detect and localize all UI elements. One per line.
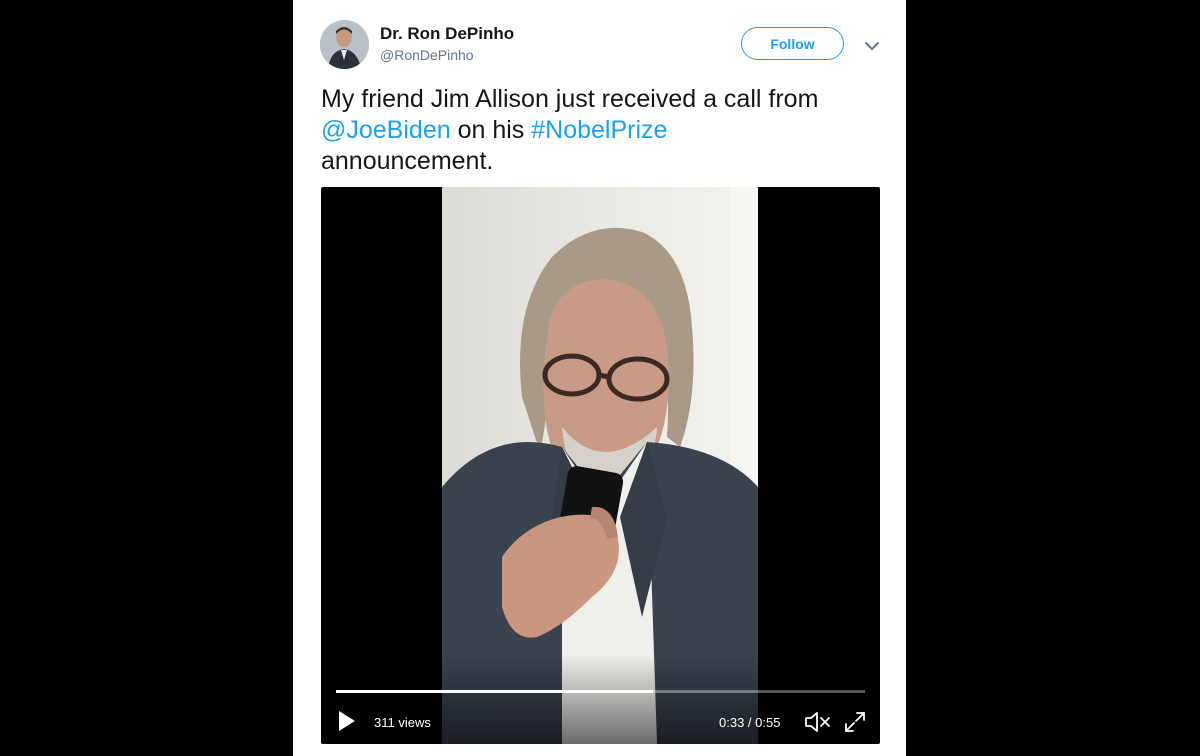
volume-muted-icon[interactable]	[804, 711, 832, 733]
controls-gradient	[321, 654, 880, 744]
hashtag-link[interactable]: #NobelPrize	[531, 116, 667, 144]
author-handle[interactable]: @RonDePinho	[380, 47, 474, 63]
play-icon[interactable]	[337, 710, 357, 732]
author-name[interactable]: Dr. Ron DePinho	[380, 24, 514, 44]
tweet-text-part: announcement.	[321, 147, 494, 175]
tweet-text: My friend Jim Allison just received a ca…	[321, 84, 891, 177]
follow-button[interactable]: Follow	[741, 27, 844, 60]
tweet-text-part: My friend Jim Allison just received a ca…	[321, 85, 819, 113]
fullscreen-icon[interactable]	[844, 711, 866, 733]
video-player[interactable]: 311 views 0:33 / 0:55	[321, 187, 880, 744]
tweet-text-part: on his	[450, 116, 532, 144]
progress-bar[interactable]	[336, 690, 865, 693]
mention-link[interactable]: @JoeBiden	[321, 116, 451, 144]
avatar[interactable]	[320, 20, 369, 69]
progress-fill	[336, 690, 654, 693]
time-display: 0:33 / 0:55	[719, 715, 781, 730]
view-count: 311 views	[374, 715, 431, 730]
chevron-down-icon[interactable]	[862, 36, 882, 56]
